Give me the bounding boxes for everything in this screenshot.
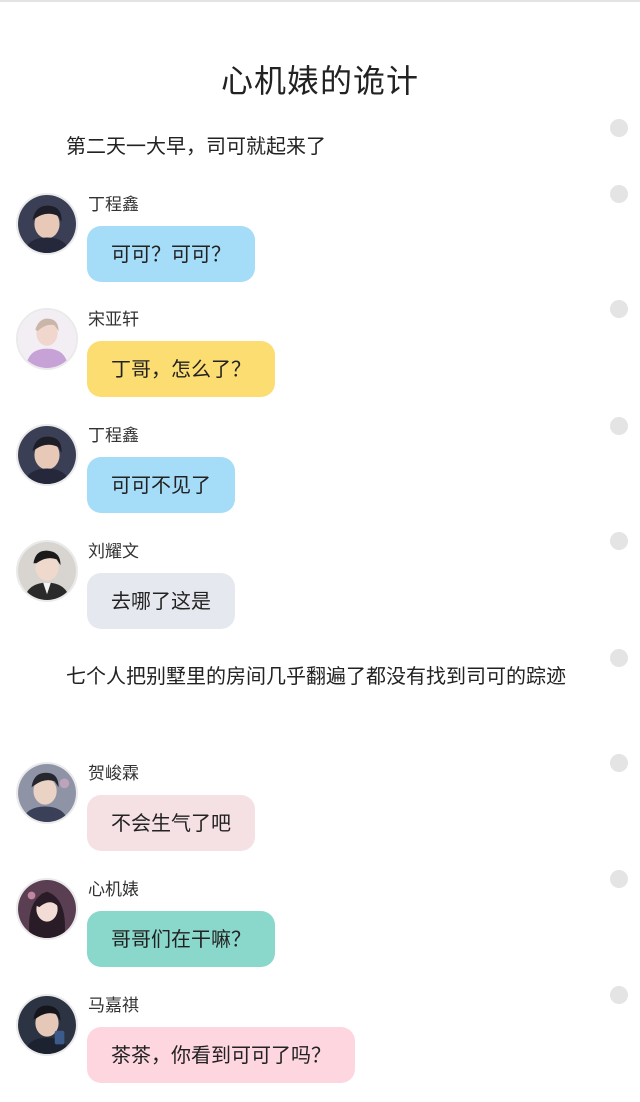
paragraph-comment-dot[interactable] — [610, 532, 628, 550]
paragraph-comment-dot[interactable] — [610, 870, 628, 888]
avatar-song-yaxuan — [18, 310, 76, 368]
avatar-xinjibiao — [18, 880, 76, 938]
paragraph-comment-dot[interactable] — [610, 119, 628, 137]
sender-name: 丁程鑫 — [88, 426, 139, 446]
sender-name: 心机婊 — [88, 880, 139, 900]
story-title: 心机婊的诡计 — [220, 62, 419, 100]
avatar[interactable] — [16, 994, 78, 1056]
paragraph-comment-dot[interactable] — [610, 300, 628, 318]
message-bubble[interactable]: 哥哥们在干嘛？ — [87, 911, 275, 967]
sender-name: 丁程鑫 — [88, 195, 139, 215]
paragraph-comment-dot[interactable] — [610, 185, 628, 203]
message-bubble[interactable]: 可可不见了 — [87, 457, 235, 513]
avatar[interactable] — [16, 193, 78, 255]
avatar-ma-jiaqi — [18, 996, 76, 1054]
sender-name: 马嘉祺 — [88, 996, 139, 1016]
avatar[interactable] — [16, 424, 78, 486]
message-bubble[interactable]: 不会生气了吧 — [87, 795, 255, 851]
message-bubble[interactable]: 可可？可可？ — [87, 226, 255, 282]
message-bubble[interactable]: 丁哥，怎么了？ — [87, 341, 275, 397]
sender-name: 宋亚轩 — [88, 310, 139, 330]
avatar[interactable] — [16, 308, 78, 370]
avatar-he-junlin — [18, 764, 76, 822]
avatar-ding-chengxin — [18, 426, 76, 484]
narration-paragraph: 七个人把别墅里的房间几乎翻遍了都没有找到司可的踪迹 — [66, 664, 566, 688]
sender-name: 贺峻霖 — [88, 764, 139, 784]
paragraph-comment-dot[interactable] — [610, 986, 628, 1004]
paragraph-comment-dot[interactable] — [610, 417, 628, 435]
avatar-liu-yaowen — [18, 542, 76, 600]
paragraph-comment-dot[interactable] — [610, 754, 628, 772]
sender-name: 刘耀文 — [88, 542, 139, 562]
avatar[interactable] — [16, 540, 78, 602]
paragraph-comment-dot[interactable] — [610, 649, 628, 667]
narration-paragraph: 第二天一大早，司可就起来了 — [66, 134, 326, 158]
top-divider — [0, 0, 640, 2]
message-bubble[interactable]: 去哪了这是 — [87, 573, 235, 629]
avatar-ding-chengxin — [18, 195, 76, 253]
avatar[interactable] — [16, 878, 78, 940]
avatar[interactable] — [16, 762, 78, 824]
message-bubble[interactable]: 茶茶，你看到可可了吗？ — [87, 1027, 355, 1083]
